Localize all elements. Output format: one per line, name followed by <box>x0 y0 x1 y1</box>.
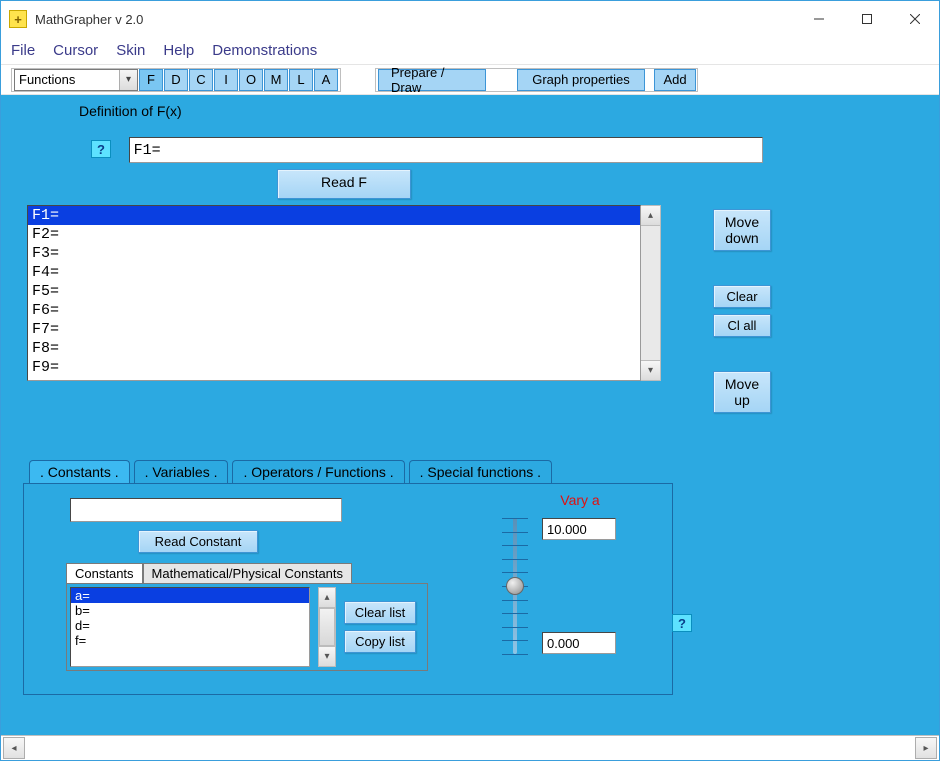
menu-help[interactable]: Help <box>163 42 194 59</box>
tab-special-functions[interactable]: . Special functions . <box>409 460 552 484</box>
constant-input[interactable] <box>70 498 342 522</box>
constants-list[interactable]: a= b= d= f= <box>70 587 310 667</box>
vary-min-input[interactable] <box>542 632 616 654</box>
list-item[interactable]: F1= <box>28 206 640 225</box>
scrollbar-thumb[interactable] <box>319 608 335 646</box>
help-icon[interactable]: ? <box>672 614 692 632</box>
app-icon: + <box>9 10 27 28</box>
list-item[interactable]: F6= <box>28 301 640 320</box>
list-item[interactable]: F3= <box>28 244 640 263</box>
mode-d-button[interactable]: D <box>164 69 188 91</box>
list-item[interactable]: F4= <box>28 263 640 282</box>
list-item[interactable]: f= <box>71 633 309 648</box>
move-up-button[interactable]: Move up <box>713 371 771 413</box>
scroll-left-icon[interactable]: ◂ <box>3 737 25 759</box>
minimize-button[interactable] <box>795 1 843 37</box>
vary-label: Vary a <box>500 492 660 508</box>
vary-slider[interactable] <box>500 518 530 654</box>
mode-m-button[interactable]: M <box>264 69 288 91</box>
add-button[interactable]: Add <box>654 69 696 91</box>
functions-combo[interactable]: Functions <box>14 69 138 91</box>
chevron-down-icon[interactable] <box>119 70 137 90</box>
menu-file[interactable]: File <box>11 42 35 59</box>
menu-skin[interactable]: Skin <box>116 42 145 59</box>
list-item[interactable]: b= <box>71 603 309 618</box>
mode-o-button[interactable]: O <box>239 69 263 91</box>
menu-demonstrations[interactable]: Demonstrations <box>212 42 317 59</box>
function-list[interactable]: F1= F2= F3= F4= F5= F6= F7= F8= F9= <box>27 205 641 381</box>
tab-variables[interactable]: . Variables . <box>134 460 229 484</box>
list-item[interactable]: d= <box>71 618 309 633</box>
window-title: MathGrapher v 2.0 <box>35 12 795 27</box>
list-item[interactable]: a= <box>71 588 309 603</box>
fx-input[interactable] <box>129 137 763 163</box>
close-button[interactable] <box>891 1 939 37</box>
menu-cursor[interactable]: Cursor <box>53 42 98 59</box>
menubar: File Cursor Skin Help Demonstrations <box>1 37 939 65</box>
graph-properties-button[interactable]: Graph properties <box>517 69 645 91</box>
subtab-math-physical[interactable]: Mathematical/Physical Constants <box>143 563 352 583</box>
toolbar: Functions F D C I O M L A Prepare / Draw… <box>1 65 939 95</box>
scroll-up-icon[interactable]: ▴ <box>641 206 660 226</box>
scroll-down-icon[interactable]: ▾ <box>641 360 660 380</box>
tab-constants[interactable]: . Constants . <box>29 460 130 484</box>
mode-f-button[interactable]: F <box>139 69 163 91</box>
scroll-up-icon[interactable]: ▴ <box>319 588 335 608</box>
copy-list-button[interactable]: Copy list <box>344 630 416 653</box>
clear-all-button[interactable]: Cl all <box>713 314 771 337</box>
mode-i-button[interactable]: I <box>214 69 238 91</box>
scroll-right-icon[interactable]: ▸ <box>915 737 937 759</box>
list-item[interactable]: F2= <box>28 225 640 244</box>
subtab-constants[interactable]: Constants <box>66 563 143 583</box>
prepare-draw-button[interactable]: Prepare / Draw <box>378 69 486 91</box>
function-list-scrollbar[interactable]: ▴ ▾ <box>641 205 661 381</box>
move-down-button[interactable]: Move down <box>713 209 771 251</box>
clear-button[interactable]: Clear <box>713 285 771 308</box>
scroll-down-icon[interactable]: ▾ <box>319 646 335 666</box>
help-icon[interactable]: ? <box>91 140 111 158</box>
read-f-button[interactable]: Read F <box>277 169 411 199</box>
definition-label: Definition of F(x) <box>79 103 927 119</box>
list-item[interactable]: F9= <box>28 358 640 377</box>
clear-list-button[interactable]: Clear list <box>344 601 416 624</box>
read-constant-button[interactable]: Read Constant <box>138 530 258 553</box>
list-item[interactable]: F8= <box>28 339 640 358</box>
tab-operators[interactable]: . Operators / Functions . <box>232 460 404 484</box>
slider-thumb[interactable] <box>506 577 524 595</box>
mode-l-button[interactable]: L <box>289 69 313 91</box>
constants-list-scrollbar[interactable]: ▴ ▾ <box>318 587 336 667</box>
mode-a-button[interactable]: A <box>314 69 338 91</box>
list-item[interactable]: F7= <box>28 320 640 339</box>
list-item[interactable]: F5= <box>28 282 640 301</box>
vary-max-input[interactable] <box>542 518 616 540</box>
mode-c-button[interactable]: C <box>189 69 213 91</box>
maximize-button[interactable] <box>843 1 891 37</box>
